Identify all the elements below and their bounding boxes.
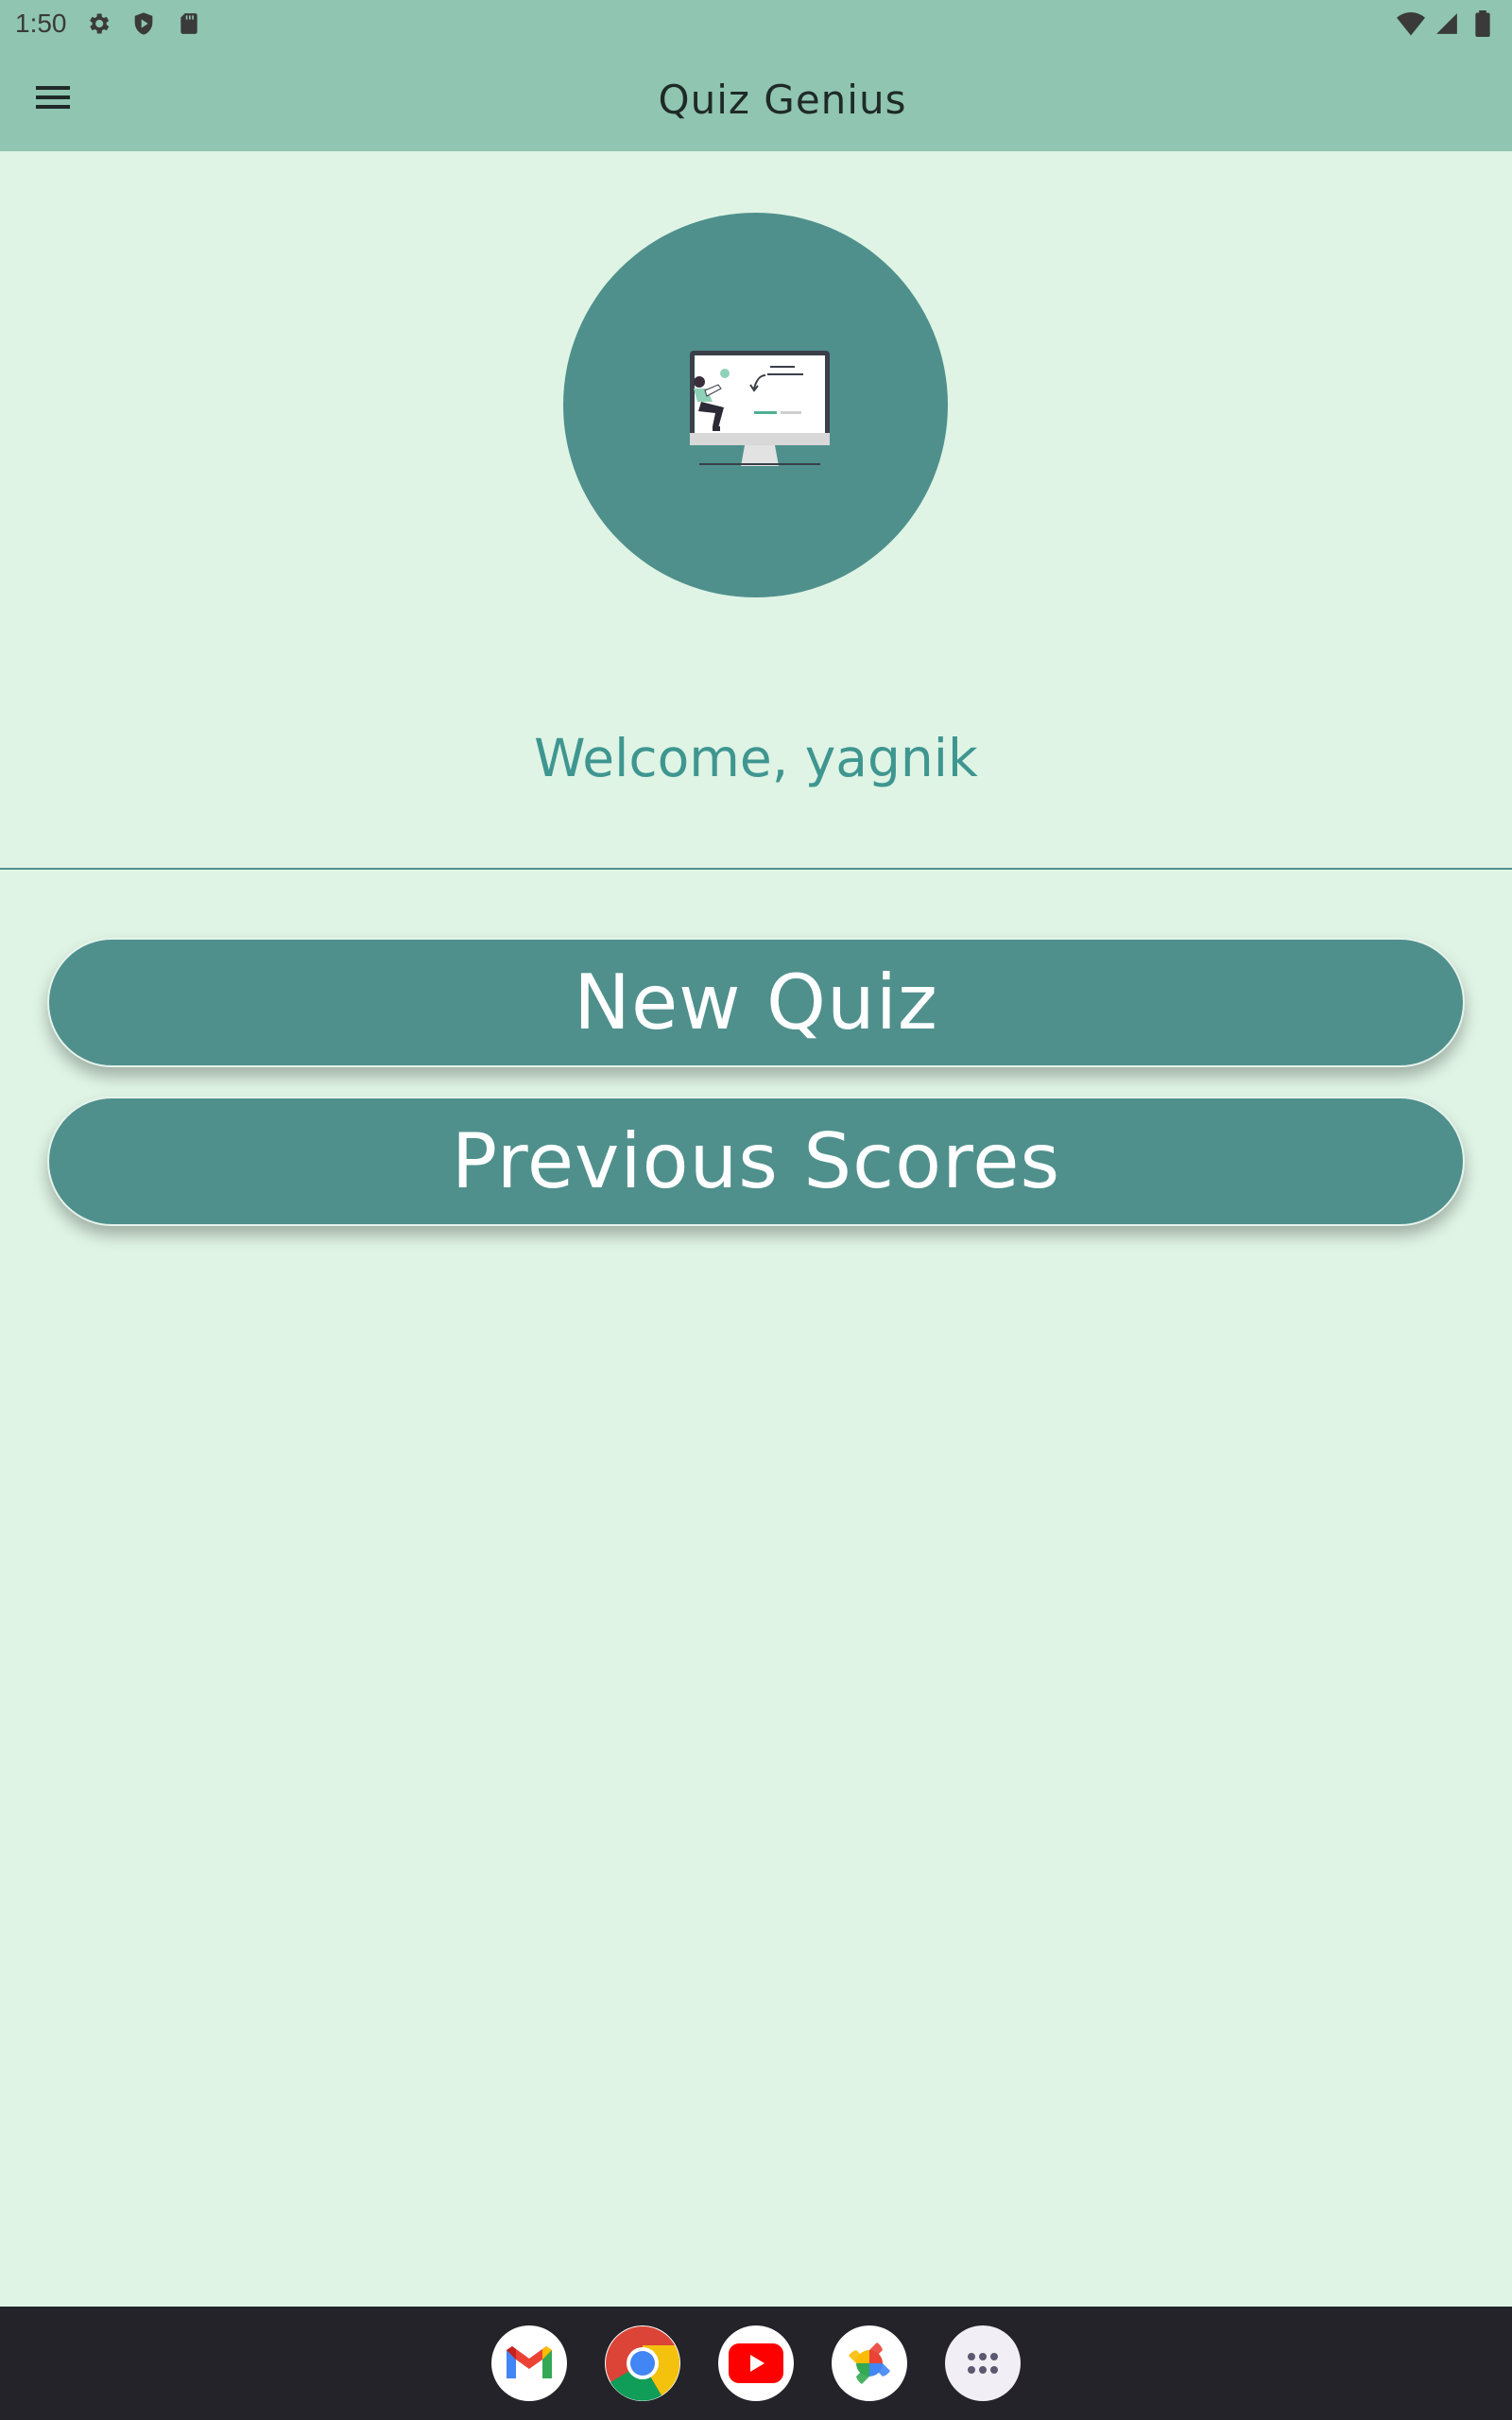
- sd-card-icon: [175, 9, 203, 38]
- play-shield-icon: [129, 9, 158, 38]
- battery-icon: [1469, 9, 1497, 38]
- youtube-icon[interactable]: [718, 2325, 794, 2401]
- settings-icon: [84, 9, 112, 38]
- taskbar: [0, 2307, 1512, 2420]
- app-title: Quiz Genius: [658, 76, 907, 123]
- chrome-icon[interactable]: [605, 2325, 680, 2401]
- divider: [0, 868, 1512, 870]
- gmail-icon[interactable]: [491, 2325, 567, 2401]
- status-time: 1:50: [15, 9, 67, 38]
- wifi-icon: [1397, 9, 1425, 38]
- status-bar: 1:50: [0, 0, 1512, 47]
- hero-image: [563, 213, 948, 597]
- app-bar: Quiz Genius: [0, 47, 1512, 151]
- previous-scores-button[interactable]: Previous Scores: [47, 1097, 1465, 1226]
- app-drawer-icon[interactable]: [945, 2325, 1021, 2401]
- cell-signal-icon: [1433, 9, 1461, 38]
- status-left: 1:50: [15, 9, 203, 39]
- photos-icon[interactable]: [832, 2325, 907, 2401]
- computer-illustration: [680, 339, 832, 471]
- welcome-text: Welcome, yagnik: [534, 728, 978, 788]
- new-quiz-button[interactable]: New Quiz: [47, 938, 1465, 1067]
- status-right: [1397, 9, 1497, 38]
